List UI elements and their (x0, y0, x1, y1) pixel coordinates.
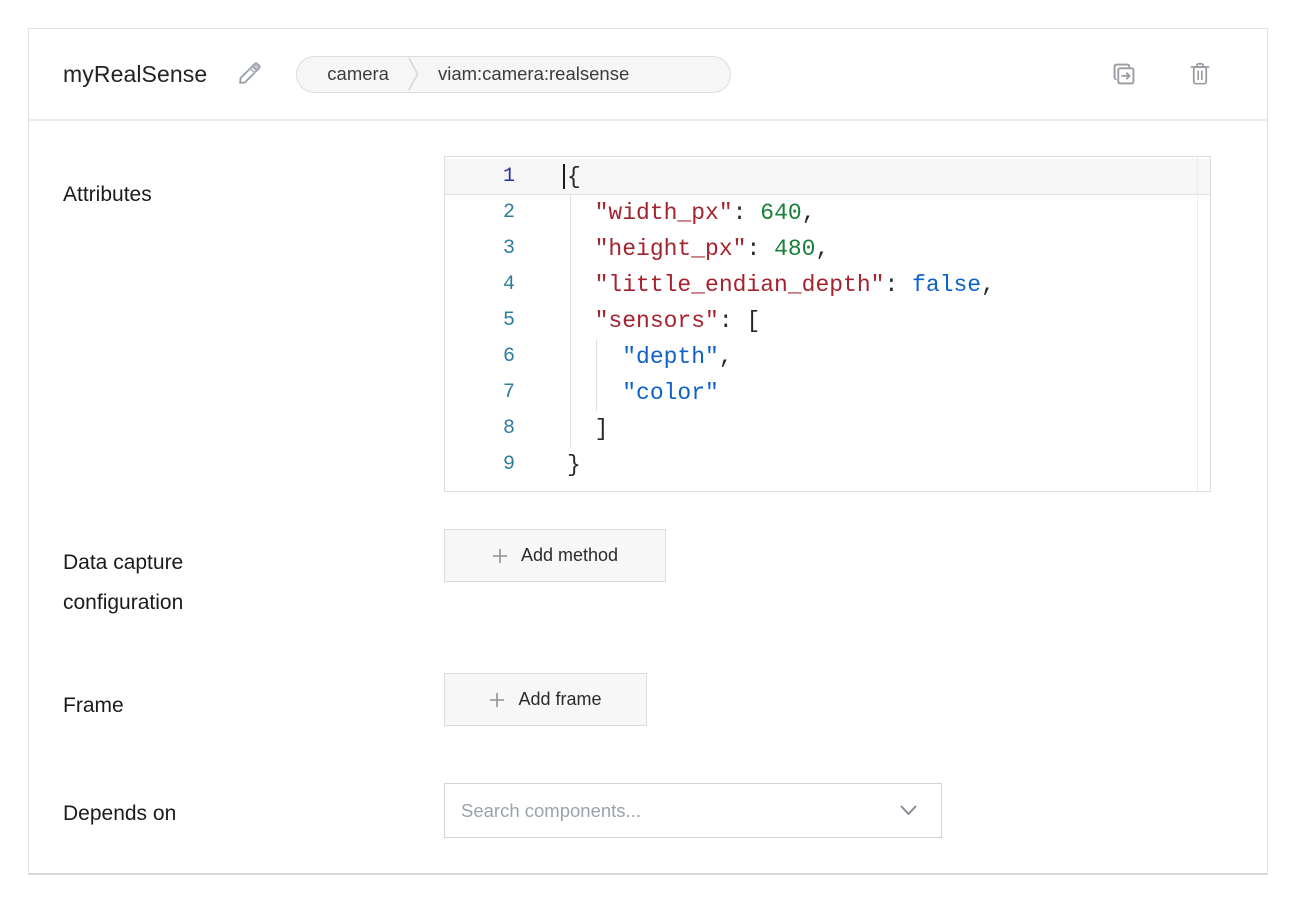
edit-name-button[interactable] (234, 59, 264, 89)
delete-button[interactable] (1185, 58, 1215, 90)
editor-caret (563, 164, 565, 189)
line-number: 6 (445, 339, 515, 375)
card-header: myRealSense camera viam:camera:realsense (29, 29, 1267, 121)
editor-line-numbers: 123456789 (445, 159, 515, 483)
badge-model-label: viam:camera:realsense (438, 63, 629, 85)
code-line: "width_px": 640, (567, 195, 995, 231)
chevron-right-icon (408, 57, 419, 91)
trash-icon (1187, 60, 1213, 88)
line-number: 1 (445, 159, 515, 195)
line-number: 3 (445, 231, 515, 267)
component-type-badge: camera viam:camera:realsense (296, 56, 731, 93)
line-number: 5 (445, 303, 515, 339)
add-frame-button[interactable]: Add frame (444, 673, 647, 726)
add-method-button[interactable]: Add method (444, 529, 666, 582)
frame-label: Frame (63, 686, 124, 726)
code-line: "color" (567, 375, 995, 411)
line-number: 8 (445, 411, 515, 447)
editor-scrollbar[interactable] (1197, 157, 1210, 491)
badge-type-label: camera (327, 63, 389, 85)
duplicate-icon (1110, 60, 1138, 88)
attributes-json-editor[interactable]: 123456789 { "width_px": 640, "height_px"… (444, 156, 1211, 492)
code-line: ] (567, 411, 995, 447)
component-name: myRealSense (63, 61, 207, 88)
search-components-input[interactable] (445, 784, 900, 837)
plus-icon (492, 548, 508, 564)
data-capture-label: Data capture configuration (63, 543, 303, 623)
pencil-icon (236, 61, 262, 87)
chevron-down-icon (900, 805, 917, 816)
line-number: 7 (445, 375, 515, 411)
code-line: "depth", (567, 339, 995, 375)
line-number: 9 (445, 447, 515, 483)
page: myRealSense camera viam:camera:realsense (0, 0, 1300, 902)
line-number: 2 (445, 195, 515, 231)
duplicate-button[interactable] (1109, 58, 1139, 90)
component-card: myRealSense camera viam:camera:realsense (28, 28, 1268, 875)
plus-icon (489, 692, 505, 708)
editor-code: { "width_px": 640, "height_px": 480, "li… (567, 159, 995, 483)
depends-on-select[interactable] (444, 783, 942, 838)
line-number: 4 (445, 267, 515, 303)
code-line: "height_px": 480, (567, 231, 995, 267)
depends-on-label: Depends on (63, 794, 176, 834)
add-frame-label: Add frame (518, 689, 601, 710)
code-line: "sensors": [ (567, 303, 995, 339)
code-line: "little_endian_depth": false, (567, 267, 995, 303)
attributes-label: Attributes (63, 175, 152, 215)
code-line: { (567, 159, 995, 195)
add-method-label: Add method (521, 545, 618, 566)
code-line: } (567, 447, 995, 483)
